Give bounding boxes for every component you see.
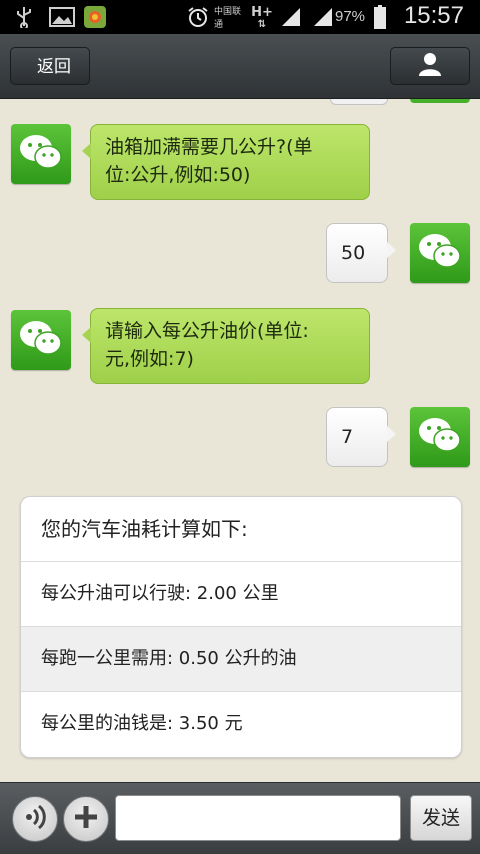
wechat-icon (417, 231, 463, 275)
status-bar: 中国联通 H+ ⇅ 97% 15:57 (0, 0, 480, 34)
wechat-icon (417, 415, 463, 459)
signal-icon (280, 5, 302, 29)
message-text: 油箱加满需要几公升?(单 (105, 136, 313, 158)
message-bubble-incoming[interactable]: 请输入每公升油价(单位: 元,例如:7) (82, 308, 370, 384)
alarm-icon (186, 5, 210, 29)
user-avatar[interactable] (410, 223, 470, 283)
usb-icon (12, 5, 36, 29)
message-text: 元,例如:7) (105, 348, 194, 370)
image-icon (48, 5, 76, 29)
person-icon (417, 51, 443, 81)
title-bar: 返回 (0, 34, 480, 99)
previous-message-bubble (330, 99, 388, 105)
voice-icon (20, 802, 50, 836)
chat-area[interactable]: 油箱加满需要几公升?(单 位:公升,例如:50) 50 请输入每公升油价(单位:… (0, 99, 480, 782)
result-card: 您的汽车油耗计算如下: 每公升油可以行驶: 2.00 公里 每跑一公里需用: 0… (20, 496, 462, 758)
message-bubble-outgoing[interactable]: 7 (326, 407, 396, 467)
message-bubble-incoming[interactable]: 油箱加满需要几公升?(单 位:公升,例如:50) (82, 124, 370, 200)
message-text: 50 (341, 242, 366, 264)
message-text: 7 (341, 426, 354, 448)
bot-avatar[interactable] (11, 310, 71, 370)
send-button[interactable]: 发送 (410, 795, 472, 841)
profile-button[interactable] (390, 47, 470, 85)
app-icon (82, 5, 108, 29)
result-row-fuel-per-km[interactable]: 每跑一公里需用: 0.50 公升的油 (21, 627, 461, 692)
message-bubble-outgoing[interactable]: 50 (326, 223, 396, 283)
wechat-icon (18, 132, 64, 176)
result-card-title: 您的汽车油耗计算如下: (21, 497, 461, 562)
input-bar: 发送 (0, 782, 480, 854)
back-button-label: 返回 (37, 57, 71, 77)
message-text: 位:公升,例如:50) (105, 164, 251, 186)
clock: 15:57 (403, 2, 464, 29)
user-avatar[interactable] (410, 407, 470, 467)
message-input[interactable] (115, 795, 401, 841)
result-row-cost-per-km[interactable]: 每公里的油钱是: 3.50 元 (21, 692, 461, 756)
signal-icon (312, 5, 334, 29)
voice-button[interactable] (12, 796, 58, 842)
network-type-label: H+ (251, 4, 273, 20)
carrier-icon: 中国联通 (214, 5, 244, 30)
result-row-distance-per-liter[interactable]: 每公升油可以行驶: 2.00 公里 (21, 562, 461, 627)
network-data-icon: H+ ⇅ (251, 4, 273, 30)
message-text: 请输入每公升油价(单位: (105, 320, 309, 342)
previous-avatar (410, 99, 470, 103)
carrier-label: 中国联通 (214, 7, 242, 30)
plus-icon (72, 803, 100, 835)
bot-avatar[interactable] (11, 124, 71, 184)
send-button-label: 发送 (421, 807, 460, 829)
wechat-icon (18, 318, 64, 362)
plus-button[interactable] (63, 796, 109, 842)
battery-percent: 97% (335, 8, 366, 25)
battery-icon (372, 5, 388, 29)
back-button[interactable]: 返回 (10, 47, 90, 85)
